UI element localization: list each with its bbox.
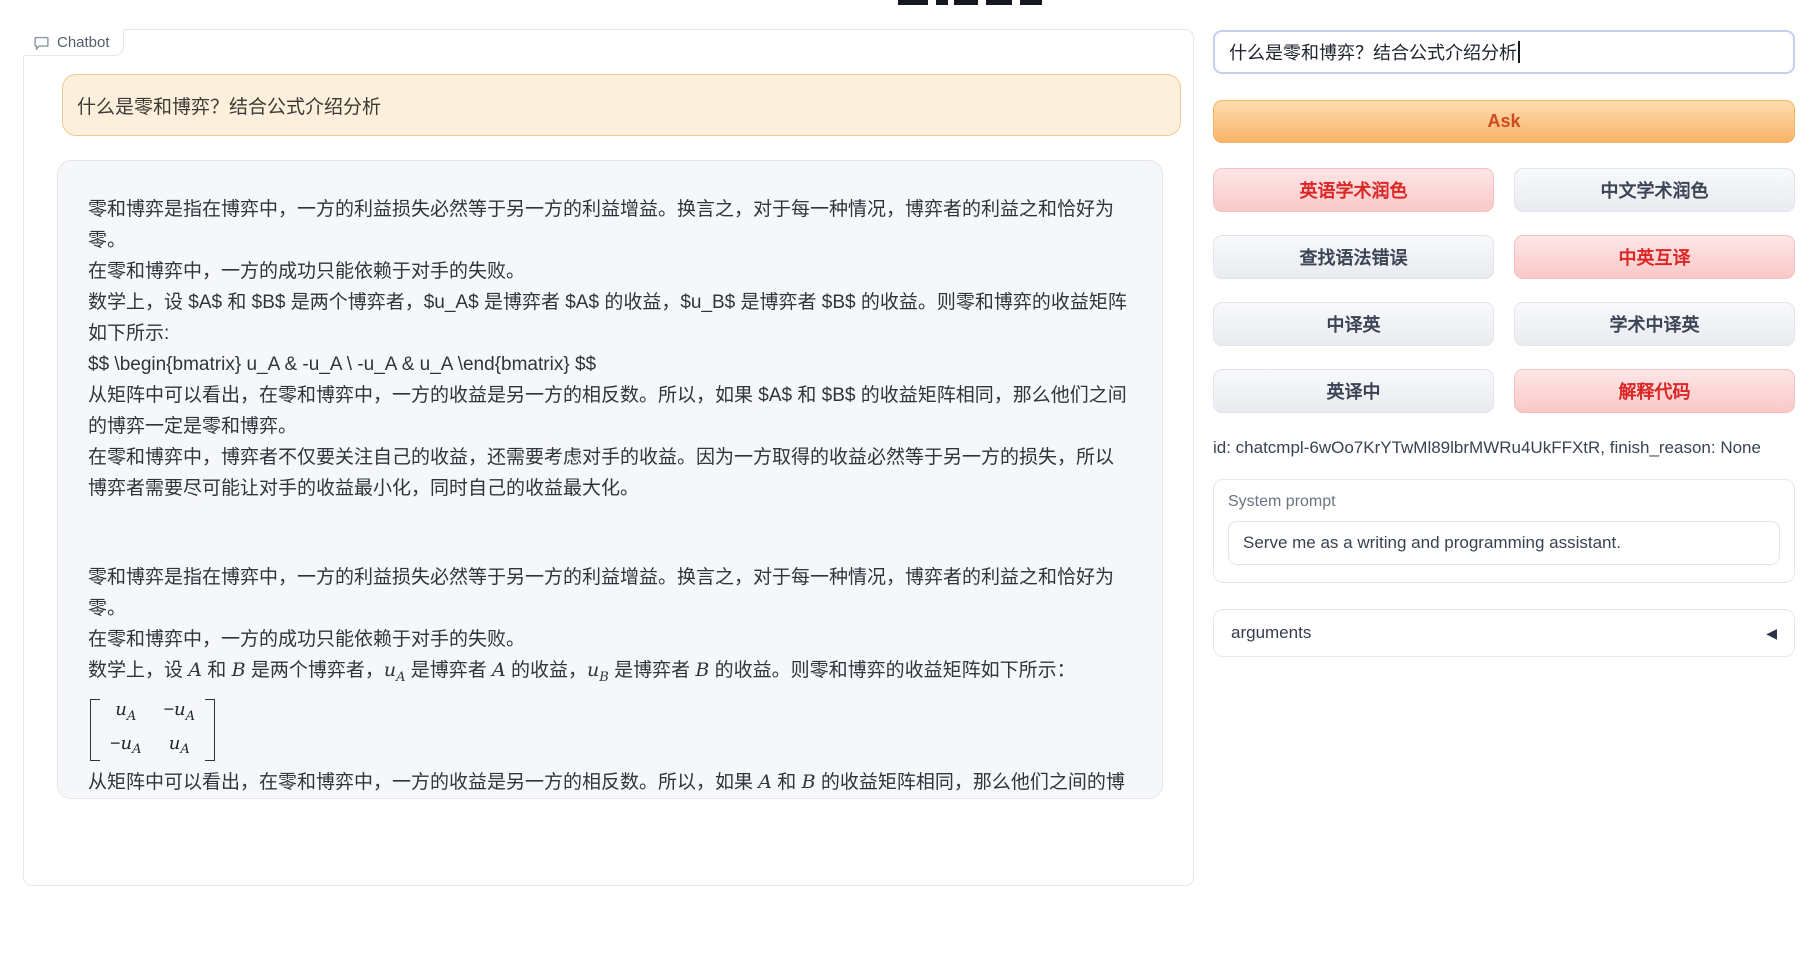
paragraph-gap bbox=[88, 504, 1132, 562]
matrix-cell: −uA bbox=[110, 730, 142, 764]
chat-log: 什么是零和博弈？结合公式介绍分析 零和博弈是指在博弈中，一方的利益损失必然等于另… bbox=[24, 57, 1193, 885]
preset-button-grid: 英语学术润色 中文学术润色 查找语法错误 中英互译 中译英 学术中译英 英译中 … bbox=[1213, 168, 1795, 413]
bot-raw-line: 数学上，设 $A$ 和 $B$ 是两个博弈者，$u_A$ 是博弈者 $A$ 的收… bbox=[88, 287, 1132, 349]
bot-rendered-line: 从矩阵中可以看出，在零和博弈中，一方的收益是另一方的相反数。所以，如果 A 和 … bbox=[88, 767, 1132, 799]
matrix-left-bracket bbox=[90, 699, 100, 761]
preset-button-en-to-zh[interactable]: 英译中 bbox=[1213, 369, 1494, 413]
chatbot-label: Chatbot bbox=[23, 29, 124, 56]
matrix-cell: uA bbox=[115, 696, 136, 730]
matrix-cell: −uA bbox=[164, 696, 196, 730]
completion-meta-text: id: chatcmpl-6wOo7KrYTwMl89lbrMWRu4UkFFX… bbox=[1213, 438, 1795, 458]
bot-raw-line: 在零和博弈中，一方的成功只能依赖于对手的失败。 bbox=[88, 256, 1132, 287]
app-root: Chatbot 什么是零和博弈？结合公式介绍分析 零和博弈是指在博弈中，一方的利… bbox=[0, 0, 1814, 961]
arguments-accordion-label: arguments bbox=[1231, 623, 1311, 643]
bot-raw-line: 从矩阵中可以看出，在零和博弈中，一方的收益是另一方的相反数。所以，如果 $A$ … bbox=[88, 380, 1132, 442]
chatbot-panel: Chatbot 什么是零和博弈？结合公式介绍分析 零和博弈是指在博弈中，一方的利… bbox=[23, 29, 1194, 886]
bot-raw-latex-formula: $$ \begin{bmatrix} u_A & -u_A \ -u_A & u… bbox=[88, 349, 1132, 380]
chat-bubble-icon bbox=[33, 34, 50, 51]
chatbot-label-text: Chatbot bbox=[57, 34, 110, 51]
preset-button-zh-en-mutual-translation[interactable]: 中英互译 bbox=[1514, 235, 1795, 279]
control-column: 什么是零和博弈？结合公式介绍分析 Ask 英语学术润色 中文学术润色 查找语法错… bbox=[1213, 30, 1795, 657]
bot-raw-line: 在零和博弈中，博弈者不仅要关注自己的收益，还需要考虑对手的收益。因为一方取得的收… bbox=[88, 442, 1132, 504]
bot-rendered-line: 在零和博弈中，一方的成功只能依赖于对手的失败。 bbox=[88, 624, 1132, 655]
bot-raw-line: 零和博弈是指在博弈中，一方的利益损失必然等于另一方的利益增益。换言之，对于每一种… bbox=[88, 194, 1132, 256]
system-prompt-group: System prompt Serve me as a writing and … bbox=[1213, 479, 1795, 583]
question-input[interactable]: 什么是零和博弈？结合公式介绍分析 bbox=[1213, 30, 1795, 74]
user-message-text: 什么是零和博弈？结合公式介绍分析 bbox=[77, 92, 381, 119]
matrix-right-bracket bbox=[205, 699, 215, 761]
preset-button-explain-code[interactable]: 解释代码 bbox=[1514, 369, 1795, 413]
ask-button[interactable]: Ask bbox=[1213, 100, 1795, 143]
preset-button-chinese-academic-polish[interactable]: 中文学术润色 bbox=[1514, 168, 1795, 212]
preset-button-zh-to-en[interactable]: 中译英 bbox=[1213, 302, 1494, 346]
preset-button-find-grammar-errors[interactable]: 查找语法错误 bbox=[1213, 235, 1494, 279]
arguments-accordion[interactable]: arguments ◀ bbox=[1213, 609, 1795, 657]
clipped-page-title bbox=[0, 0, 1814, 7]
user-message-bubble: 什么是零和博弈？结合公式介绍分析 bbox=[62, 74, 1181, 136]
preset-button-english-academic-polish[interactable]: 英语学术润色 bbox=[1213, 168, 1494, 212]
payoff-matrix: uA −uA −uA uA bbox=[90, 699, 1132, 761]
collapse-arrow-icon: ◀ bbox=[1766, 625, 1777, 642]
system-prompt-label: System prompt bbox=[1228, 493, 1780, 511]
matrix-cell: uA bbox=[169, 730, 190, 764]
bot-rendered-line: 零和博弈是指在博弈中，一方的利益损失必然等于另一方的利益增益。换言之，对于每一种… bbox=[88, 562, 1132, 624]
preset-button-academic-zh-to-en[interactable]: 学术中译英 bbox=[1514, 302, 1795, 346]
bot-message-bubble: 零和博弈是指在博弈中，一方的利益损失必然等于另一方的利益增益。换言之，对于每一种… bbox=[57, 160, 1163, 799]
text-caret bbox=[1518, 41, 1520, 63]
bot-rendered-line: 数学上，设 A 和 B 是两个博弈者，uA 是博弈者 A 的收益，uB 是博弈者… bbox=[88, 655, 1132, 693]
question-input-value: 什么是零和博弈？结合公式介绍分析 bbox=[1229, 39, 1517, 65]
system-prompt-input[interactable]: Serve me as a writing and programming as… bbox=[1228, 521, 1780, 565]
